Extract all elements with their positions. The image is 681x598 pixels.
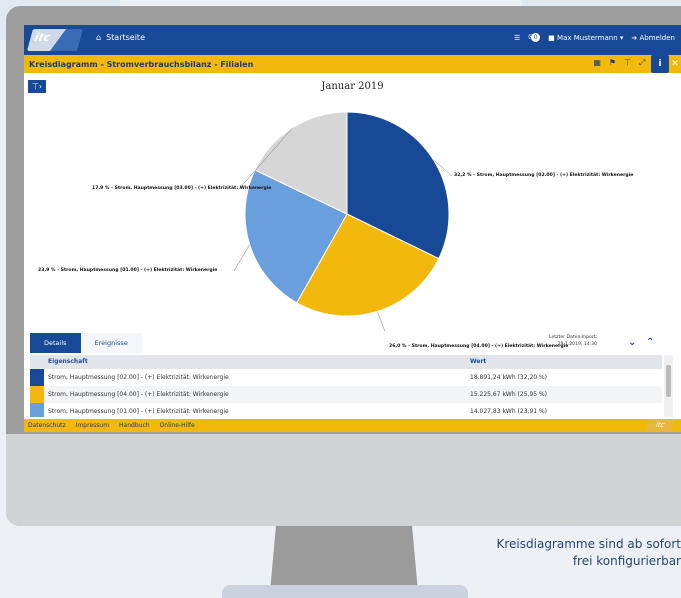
slice-label: 26,0 % - Strom, Hauptmessung [04.00] - (… — [389, 344, 569, 349]
leader-line — [377, 311, 386, 331]
caption-line-2: frei konfigurierbar — [572, 554, 681, 568]
table-header: Eigenschaft Wert — [30, 355, 662, 369]
home-icon: ⌂ — [96, 33, 102, 42]
info-button[interactable]: i — [651, 55, 669, 73]
row-color-swatch — [30, 386, 44, 403]
menu-icon[interactable]: ☰ — [514, 34, 520, 42]
row-property: Strom, Hauptmessung [01.00] - (+) Elektr… — [48, 408, 229, 415]
footer-link-online-help[interactable]: Online-Hilfe — [160, 422, 195, 429]
row-value: 14.027,83 kWh (23,91 %) — [470, 408, 548, 415]
monitor-stand — [270, 526, 418, 592]
app-screen: itc ⌂ Startseite ☰ ✉0 ■ Max Mustermann ▾… — [24, 25, 681, 432]
bookmark-icon[interactable]: ⚑ — [609, 58, 616, 68]
row-value: 15.225,67 kWh (25,95 %) — [470, 391, 548, 398]
last-import-label: Letzter Datenimport: — [549, 335, 598, 340]
row-color-swatch — [30, 403, 44, 417]
home-label: Startseite — [106, 33, 145, 42]
notifications-button[interactable]: ✉0 — [528, 33, 541, 42]
slice-label: 17,9 % - Strom, Hauptmessung [03.00] - (… — [92, 186, 272, 191]
window-title: Kreisdiagramm - Stromverbrauchsbilanz - … — [29, 59, 254, 69]
footer-bar: Datenschutz Impressum Handbuch Online-Hi… — [24, 419, 681, 432]
footer-link-imprint[interactable]: Impressum — [76, 422, 109, 429]
row-property: Strom, Hauptmessung [04.00] - (+) Elektr… — [48, 391, 229, 398]
filter-icon[interactable]: ⊤ — [624, 58, 631, 68]
logo-text: itc — [32, 31, 52, 44]
table-row[interactable]: Strom, Hauptmessung [01.00] - (+) Elektr… — [30, 403, 662, 417]
chevron-up-icon[interactable]: ⌃ — [646, 337, 654, 348]
logout-button[interactable]: ➜ Abmelden — [631, 34, 675, 42]
footer-link-privacy[interactable]: Datenschutz — [28, 422, 66, 429]
app-logo[interactable]: itc — [27, 29, 83, 51]
row-property: Strom, Hauptmessung [02.00] - (+) Elektr… — [48, 374, 229, 381]
tab-details[interactable]: Details — [30, 333, 81, 353]
table-row[interactable]: Strom, Hauptmessung [02.00] - (+) Elektr… — [30, 369, 662, 386]
caption-line-1: Kreisdiagramme sind ab sofort — [496, 537, 681, 551]
home-link[interactable]: ⌂ Startseite — [96, 33, 145, 42]
detail-tabs: Details Ereignisse — [30, 333, 142, 353]
leader-line — [233, 244, 250, 272]
table-view-icon[interactable]: ▦ — [593, 58, 601, 68]
caption: Kreisdiagramme sind ab sofort frei konfi… — [431, 536, 681, 570]
column-header-property: Eigenschaft — [48, 358, 88, 365]
table-scrollbar[interactable] — [664, 355, 673, 417]
pie-chart — [233, 111, 453, 331]
scrollbar-thumb[interactable] — [666, 365, 671, 397]
column-header-value: Wert — [470, 358, 487, 365]
top-bar: itc ⌂ Startseite ☰ ✉0 ■ Max Mustermann ▾… — [24, 25, 681, 55]
chevron-down-icon: ▾ — [619, 33, 624, 42]
logout-icon: ➜ — [631, 33, 638, 42]
user-menu[interactable]: ■ Max Mustermann ▾ — [548, 34, 623, 42]
expand-icon[interactable]: ⤢ — [639, 58, 645, 68]
monitor-base — [222, 585, 468, 598]
last-import-value: 29.1.2019, 14:30 — [557, 342, 598, 347]
notification-badge: 0 — [531, 33, 541, 42]
footer-link-manual[interactable]: Handbuch — [119, 422, 150, 429]
chevron-down-icon[interactable]: ⌄ — [628, 337, 636, 348]
slice-label: 32,2 % - Strom, Hauptmessung [02.00] - (… — [454, 173, 634, 178]
last-import: Letzter Datenimport: 29.1.2019, 14:30 — [549, 334, 597, 348]
footer-logo: itc — [645, 420, 675, 431]
logout-label: Abmelden — [639, 33, 676, 42]
user-name: Max Mustermann — [557, 33, 618, 42]
close-button[interactable]: ✕ — [669, 55, 681, 73]
slice-label: 23,9 % - Strom, Hauptmessung [01.00] - (… — [38, 268, 218, 273]
window-titlebar: Kreisdiagramm - Stromverbrauchsbilanz - … — [24, 55, 681, 73]
tab-events[interactable]: Ereignisse — [80, 333, 142, 353]
user-icon: ■ — [548, 33, 555, 42]
table-row[interactable]: Strom, Hauptmessung [04.00] - (+) Elektr… — [30, 386, 662, 403]
monitor-chin — [6, 434, 681, 526]
row-value: 18.891,24 kWh (32,20 %) — [470, 374, 548, 381]
window-toolbar: ▦ ⚑ ⊤ ⤢ ⤓ — [593, 58, 657, 68]
top-right-controls: ☰ ✉0 ■ Max Mustermann ▾ ➜ Abmelden — [514, 33, 675, 42]
row-color-swatch — [30, 369, 44, 386]
